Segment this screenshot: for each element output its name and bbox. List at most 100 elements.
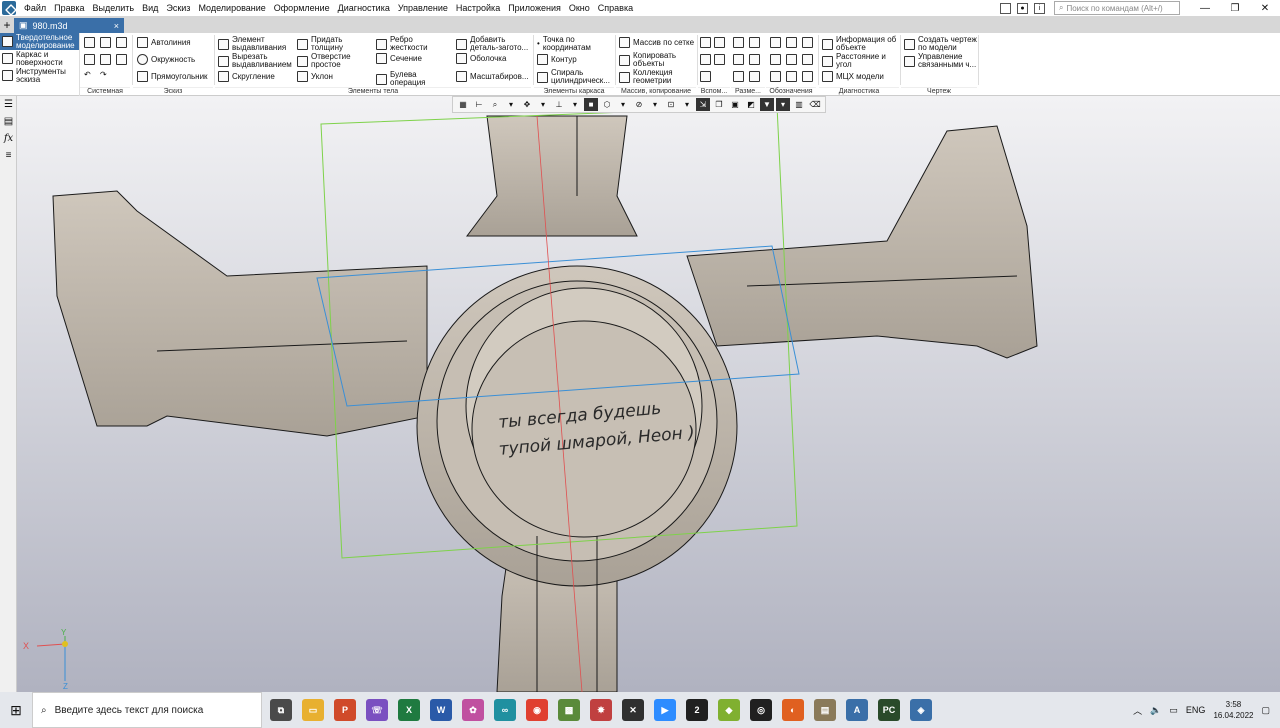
note-icon[interactable] [802, 71, 813, 82]
weld-icon[interactable] [770, 71, 781, 82]
zoom-icon[interactable]: ⌕ [488, 98, 502, 111]
boolean-button[interactable]: Булева операция [376, 71, 434, 87]
snap-grid-icon[interactable]: ▦ [456, 98, 470, 111]
menu-apps[interactable]: Приложения [504, 3, 565, 13]
orient-dropdown-icon[interactable]: ▾ [568, 98, 582, 111]
roughness-icon[interactable] [786, 37, 797, 48]
circle-button[interactable]: Окружность [137, 54, 195, 65]
radius-size-icon[interactable] [733, 54, 744, 65]
chrome-icon[interactable]: ◉ [526, 699, 548, 721]
position-icon[interactable] [770, 54, 781, 65]
filter-icon[interactable]: ▼ [760, 98, 774, 111]
menu-management[interactable]: Управление [394, 3, 452, 13]
app-2d-icon[interactable]: 2 [686, 699, 708, 721]
restore-icon[interactable]: ❐ [1220, 3, 1250, 14]
geometry-collection-button[interactable]: Коллекция геометрии [619, 69, 693, 85]
game-icon[interactable]: ✸ [590, 699, 612, 721]
mode-solid-modeling[interactable]: Твердотельное моделирование [0, 33, 79, 50]
command-search[interactable]: ⌕ Поиск по командам (Alt+/) [1054, 1, 1180, 15]
menu-edit[interactable]: Правка [50, 3, 88, 13]
aux-line-icon[interactable] [700, 71, 711, 82]
taskbar-search-input[interactable]: Введите здесь текст для поиска [55, 705, 204, 716]
eraser-icon[interactable]: ⌫ [808, 98, 822, 111]
diameter-size-icon[interactable] [749, 54, 760, 65]
simple-hole-button[interactable]: Отверстие простое [297, 53, 365, 69]
preview-icon[interactable] [100, 54, 111, 65]
volume-icon[interactable]: 🔈 [1150, 705, 1161, 716]
notes-icon[interactable]: ▤ [814, 699, 836, 721]
draft-button[interactable]: Уклон [297, 71, 333, 82]
menu-design[interactable]: Оформление [270, 3, 334, 13]
contour-button[interactable]: Контур [537, 54, 577, 65]
stack-icon[interactable]: ◆ [718, 699, 740, 721]
rectangle-button[interactable]: Прямоугольник [137, 71, 208, 82]
chamfer-size-icon[interactable] [749, 71, 760, 82]
section-button[interactable]: Сечение [376, 53, 422, 64]
info-icon[interactable]: i [1034, 2, 1045, 14]
filter-dropdown-icon[interactable]: ▾ [776, 98, 790, 111]
kompas-taskbar-icon[interactable]: ◈ [910, 699, 932, 721]
layout-icon[interactable]: ▣ [728, 98, 742, 111]
menu-window[interactable]: Окно [565, 3, 594, 13]
menu-select[interactable]: Выделить [89, 3, 139, 13]
shaded-icon[interactable]: ■ [584, 98, 598, 111]
open-icon[interactable] [100, 37, 111, 48]
tray-chevron-icon[interactable]: ︿ [1133, 704, 1142, 717]
print-icon[interactable] [84, 54, 95, 65]
mark-icon[interactable] [802, 54, 813, 65]
new-doc-icon[interactable] [84, 37, 95, 48]
aux-cs-icon[interactable] [714, 54, 725, 65]
object-info-button[interactable]: Информация об объекте [822, 36, 898, 52]
scale-button[interactable]: Масштабиров... [456, 71, 529, 82]
menu-help[interactable]: Справка [594, 3, 637, 13]
aux-point-icon[interactable] [700, 54, 711, 65]
grid-array-button[interactable]: Массив по сетке [619, 37, 694, 48]
axis-orient-icon[interactable]: ⊥ [552, 98, 566, 111]
rotate-icon[interactable]: ✥ [520, 98, 534, 111]
wireframe-icon[interactable]: ⬡ [600, 98, 614, 111]
clock[interactable]: 3:58 16.04.2022 [1213, 699, 1253, 721]
thicken-button[interactable]: Придать толщину [297, 36, 355, 52]
display-dropdown-icon[interactable]: ▾ [616, 98, 630, 111]
shell-button[interactable]: Оболочка [456, 53, 506, 64]
distance-angle-button[interactable]: Расстояние и угол [822, 53, 898, 69]
manage-linked-button[interactable]: Управление связанными ч... [904, 53, 978, 69]
notifications-icon[interactable]: ▢ [1261, 705, 1270, 716]
rotate-dropdown-icon[interactable]: ▾ [536, 98, 550, 111]
obs-icon[interactable]: ◎ [750, 699, 772, 721]
auto-size-icon[interactable] [733, 71, 744, 82]
helix-button[interactable]: Спираль цилиндрическ... [537, 69, 617, 85]
pycharm-icon[interactable]: PC [878, 699, 900, 721]
leader-icon[interactable] [770, 37, 781, 48]
polyline-button[interactable]: Автолиния [137, 37, 191, 48]
section-dropdown-icon[interactable]: ▾ [680, 98, 694, 111]
menu-settings[interactable]: Настройка [452, 3, 504, 13]
undo-icon[interactable]: ↶ [84, 71, 91, 79]
menu-modeling[interactable]: Моделирование [194, 3, 269, 13]
arduino-icon[interactable]: ∞ [494, 699, 516, 721]
extrude-button[interactable]: Элемент выдавливания [218, 36, 292, 52]
fillet-button[interactable]: Скругление [218, 71, 275, 82]
rib-button[interactable]: Ребро жесткости [376, 36, 434, 52]
base-icon[interactable] [802, 37, 813, 48]
zoom-dropdown-icon[interactable]: ▾ [504, 98, 518, 111]
variables-icon[interactable]: fx [0, 130, 17, 147]
aux-plane-icon[interactable] [714, 37, 725, 48]
figma-icon[interactable]: ✿ [462, 699, 484, 721]
close-icon[interactable]: ✕ [1250, 3, 1280, 14]
tool-icon[interactable]: ✕ [622, 699, 644, 721]
perspective-icon[interactable]: ⇲ [696, 98, 710, 111]
section-view-icon[interactable]: ⊡ [664, 98, 678, 111]
point-by-coords-button[interactable]: • Точка по координатам [537, 36, 609, 52]
tab-close-icon[interactable]: × [114, 21, 119, 31]
task-view-icon[interactable]: ⧉ [270, 699, 292, 721]
3d-viewport[interactable]: ты всегда будешь тупой шмарой, Неон ) X … [17, 96, 1280, 692]
aux-axis-icon[interactable] [700, 37, 711, 48]
add-blank-button[interactable]: Добавить деталь-загото... [456, 36, 532, 52]
explorer-icon[interactable]: ▭ [302, 699, 324, 721]
menu-view[interactable]: Вид [138, 3, 162, 13]
camera-icon[interactable]: ● [1017, 2, 1028, 14]
firefox-icon[interactable]: ◐ [782, 699, 804, 721]
menu-sketch[interactable]: Эскиз [162, 3, 194, 13]
app-a-icon[interactable]: A [846, 699, 868, 721]
